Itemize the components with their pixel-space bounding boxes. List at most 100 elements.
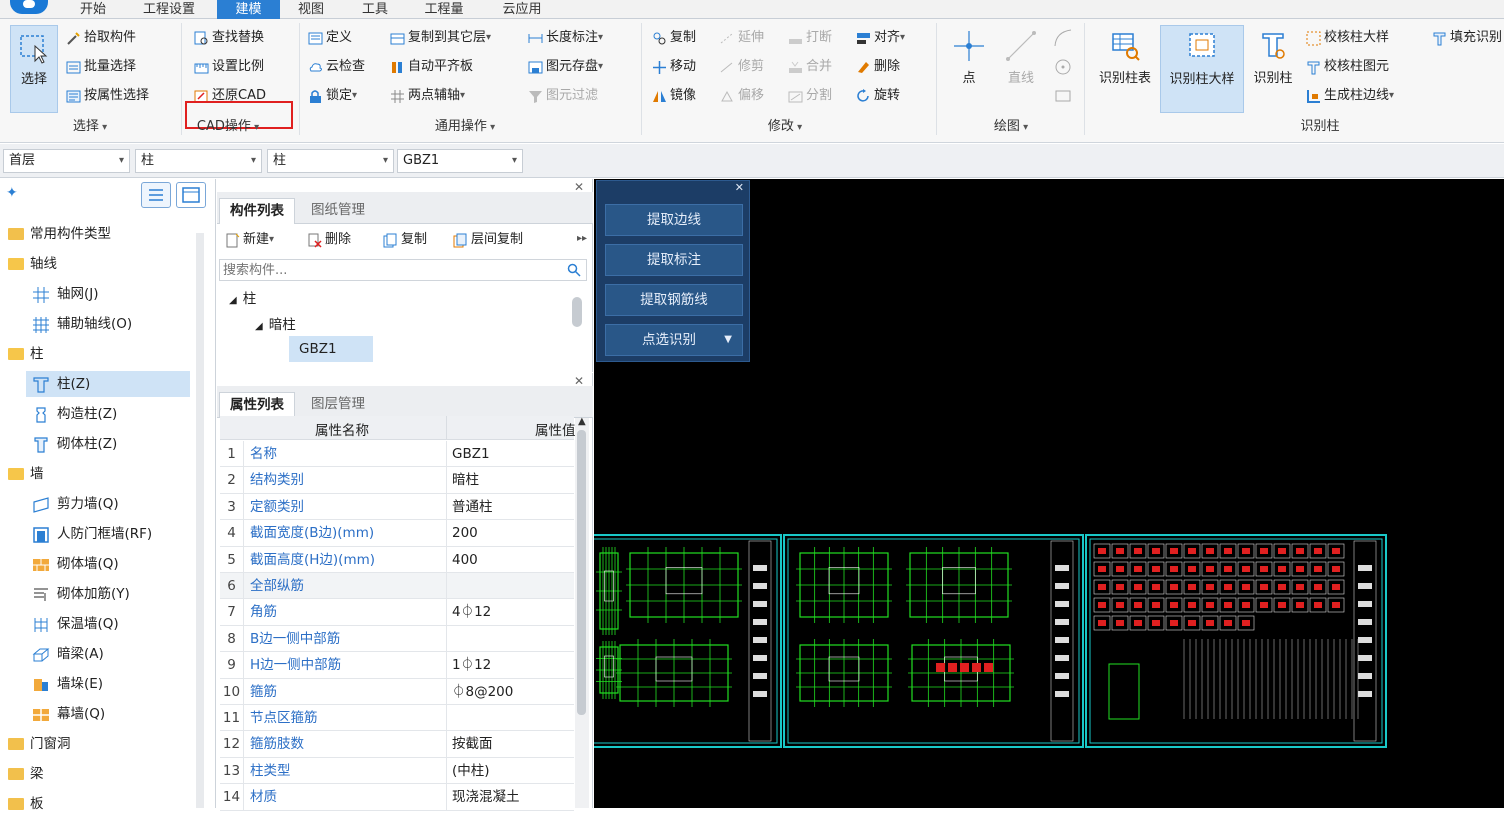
tree-group-wall[interactable]: 墙 [8, 459, 44, 489]
tab-project-settings[interactable]: 工程设置 [130, 0, 208, 19]
property-value[interactable]: 1⏀12 [452, 652, 491, 678]
length-dimension-button[interactable]: 长度标注 [528, 27, 603, 49]
tab-property-list[interactable]: 属性列表 [219, 392, 295, 418]
offset-button[interactable]: 偏移 [720, 85, 764, 107]
tree-node-column[interactable]: ◢ 柱 [229, 287, 256, 307]
tree-item-masonry-reinforcement[interactable]: 砌体加筋(Y) [32, 579, 130, 609]
align-button[interactable]: 对齐 [856, 27, 905, 49]
break-button[interactable]: 打断 [788, 27, 832, 49]
rotate-button[interactable]: 旋转 [856, 85, 900, 107]
tree-item-wall-pier[interactable]: 墙垛(E) [32, 669, 103, 699]
auto-align-slab-button[interactable]: 自动平齐板 [390, 56, 473, 78]
extract-rebar-line-button[interactable]: 提取钢筋线 [605, 284, 743, 316]
tree-item-masonry-column[interactable]: 砌体柱(Z) [32, 429, 117, 459]
property-value[interactable]: (中柱) [452, 758, 490, 784]
select-by-property-button[interactable]: 按属性选择 [66, 85, 149, 107]
tree-item-shear-wall[interactable]: 剪力墙(Q) [32, 489, 119, 519]
save-element-button[interactable]: 图元存盘 [528, 56, 603, 78]
copy-between-floors-button[interactable]: 层间复制 [453, 229, 523, 251]
pick-component-button[interactable]: 拾取构件 [66, 27, 136, 49]
tab-cloud-apps[interactable]: 云应用 [490, 0, 554, 19]
select-group-label[interactable]: 选择 [60, 118, 120, 136]
tree-item-hidden-beam[interactable]: 暗梁(A) [32, 639, 104, 669]
property-row[interactable]: 10 箍筋 ⏀8@200 [220, 678, 574, 705]
property-row[interactable]: 7 角筋 4⏀12 [220, 599, 574, 626]
property-scroll-track[interactable]: ▲ [575, 416, 589, 808]
property-row[interactable]: 14 材质 现浇混凝土 [220, 784, 574, 811]
property-scroll-thumb[interactable] [577, 430, 586, 715]
verify-column-element-button[interactable]: 校核柱图元 [1306, 56, 1389, 78]
find-replace-button[interactable]: 查找替换 [194, 27, 264, 49]
category-select[interactable]: 柱 [135, 149, 262, 173]
type-select[interactable]: 柱 [267, 149, 394, 173]
app-logo-icon[interactable] [10, 0, 48, 14]
copy-button[interactable]: 复制 [652, 27, 696, 49]
tree-item-curtain-wall[interactable]: 幕墙(Q) [32, 699, 105, 729]
recognize-column-table-button[interactable]: 识别柱表 [1092, 25, 1158, 86]
component-search-input[interactable] [219, 259, 587, 281]
component-select[interactable]: GBZ1 [397, 149, 523, 173]
arc-icon[interactable] [1052, 27, 1074, 49]
add-sparkle-icon[interactable]: ✦ [6, 185, 24, 203]
tab-quantity[interactable]: 工程量 [415, 0, 473, 19]
delete-component-button[interactable]: 删除 [307, 229, 351, 251]
element-filter-button[interactable]: 图元过滤 [528, 85, 598, 107]
property-value[interactable]: 4⏀12 [452, 599, 491, 625]
dropdown-arrow-icon[interactable]: ▼ [724, 325, 732, 355]
point-button[interactable]: 点 [946, 25, 992, 86]
component-list-scrollbar[interactable] [572, 297, 582, 327]
fill-recognize-button[interactable]: 填充识别 [1432, 27, 1502, 49]
recognize-column-detail-button[interactable]: 识别柱大样 [1160, 25, 1244, 113]
tree-group-door-window[interactable]: 门窗洞 [8, 729, 71, 759]
tab-modeling[interactable]: 建模 [217, 0, 280, 19]
mirror-button[interactable]: 镜像 [652, 85, 696, 107]
extract-edge-button[interactable]: 提取边线 [605, 204, 743, 236]
rectangle-icon[interactable] [1052, 85, 1074, 107]
move-button[interactable]: 移动 [652, 56, 696, 78]
property-value[interactable]: 普通柱 [452, 494, 493, 520]
verify-column-detail-button[interactable]: 校核柱大样 [1306, 27, 1389, 49]
property-value[interactable]: 按截面 [452, 731, 493, 757]
property-row[interactable]: 8 B边一侧中部筋 [220, 625, 574, 653]
tab-drawing-management[interactable]: 图纸管理 [301, 198, 375, 224]
recognize-column-button[interactable]: 识别柱 [1248, 25, 1298, 86]
tree-group-column[interactable]: 柱 [8, 339, 44, 369]
tree-item-civil-defense-door-wall[interactable]: 人防门框墙(RF) [32, 519, 152, 549]
tab-tools[interactable]: 工具 [350, 0, 400, 19]
search-icon[interactable] [567, 263, 581, 277]
detail-view-icon[interactable] [176, 182, 206, 208]
two-point-axis-button[interactable]: 两点辅轴 [390, 85, 465, 107]
property-value[interactable]: GBZ1 [452, 441, 490, 467]
tree-item-insulation-wall[interactable]: 保温墙(Q) [32, 609, 119, 639]
tree-node-hidden-column[interactable]: ◢ 暗柱 [255, 313, 296, 333]
set-scale-button[interactable]: 设置比例 [194, 56, 264, 78]
more-arrow-icon[interactable]: ▸▸ [577, 233, 587, 244]
merge-button[interactable]: 合并 [788, 56, 832, 78]
general-group-label[interactable]: 通用操作 [420, 118, 510, 136]
tree-group-beam[interactable]: 梁 [8, 759, 44, 789]
new-component-button[interactable]: 新建 [225, 229, 274, 251]
tree-item-aux-axis[interactable]: 辅助轴线(O) [32, 309, 132, 339]
list-view-icon[interactable] [141, 182, 171, 208]
lock-button[interactable]: 锁定 [308, 85, 357, 107]
draw-group-label[interactable]: 绘图 [976, 118, 1046, 136]
property-value[interactable]: ⏀8@200 [452, 679, 513, 705]
close-icon[interactable]: ✕ [735, 181, 744, 194]
tree-group-axis[interactable]: 轴线 [8, 249, 57, 279]
property-row[interactable]: 6 全部纵筋 [220, 573, 574, 600]
tree-item-column[interactable]: 柱(Z) [32, 369, 90, 399]
property-row[interactable]: 5 截面高度(H边)(mm) 400 [220, 546, 574, 573]
floor-select[interactable]: 首层 [3, 149, 130, 173]
property-row[interactable]: 4 截面宽度(B边)(mm) 200 [220, 520, 574, 547]
property-value[interactable]: 400 [452, 547, 478, 573]
point-recognize-button[interactable]: 点选识别 ▼ [605, 324, 743, 356]
trim-button[interactable]: 修剪 [720, 56, 764, 78]
property-value[interactable]: 现浇混凝土 [452, 784, 520, 810]
tab-component-list[interactable]: 构件列表 [219, 198, 295, 224]
tree-item-masonry-wall[interactable]: 砌体墙(Q) [32, 549, 119, 579]
cloud-check-button[interactable]: 云检查 [308, 56, 365, 78]
property-row[interactable]: 1 名称 GBZ1 [220, 441, 574, 468]
property-row[interactable]: 13 柱类型 (中柱) [220, 757, 574, 785]
tree-group-common[interactable]: 常用构件类型 [8, 219, 111, 249]
extend-button[interactable]: 延伸 [720, 27, 764, 49]
